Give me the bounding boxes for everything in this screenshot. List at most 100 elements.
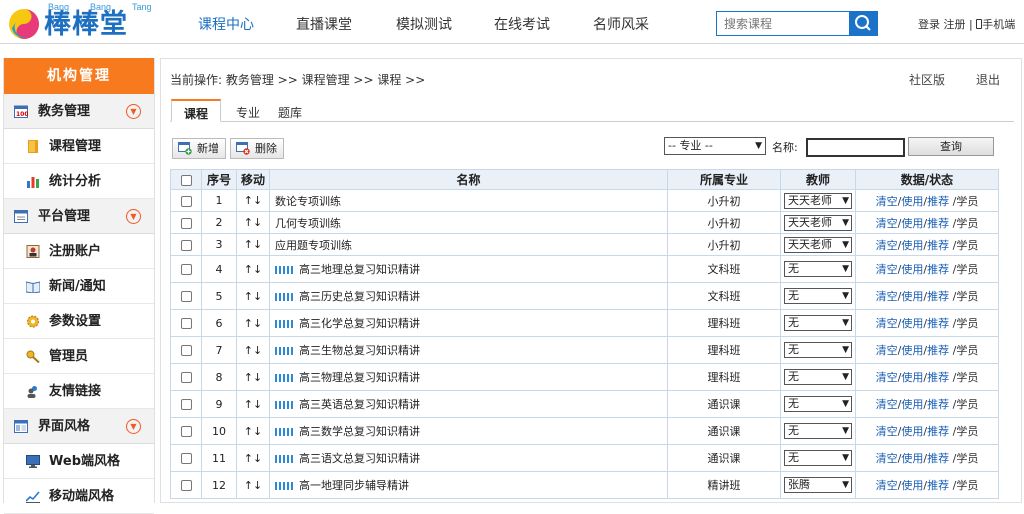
recommend-link[interactable]: 推荐 xyxy=(927,195,949,208)
recommend-link[interactable]: 推荐 xyxy=(927,263,949,276)
chevron-down-icon[interactable]: ▼ xyxy=(126,104,141,119)
students-link[interactable]: 学员 xyxy=(956,239,978,252)
recommend-link[interactable]: 推荐 xyxy=(927,371,949,384)
course-name-cell[interactable]: 高三化学总复习知识精讲 xyxy=(269,309,668,337)
students-link[interactable]: 学员 xyxy=(956,425,978,438)
add-button[interactable]: 新增 xyxy=(172,138,226,159)
row-checkbox[interactable] xyxy=(180,453,192,464)
sidebar-item-links[interactable]: 友情链接 xyxy=(4,374,154,409)
row-checkbox[interactable] xyxy=(180,195,192,207)
sidebar-item-course-management[interactable]: 课程管理 xyxy=(4,129,154,164)
nav-teachers[interactable]: 名师风采 xyxy=(593,14,649,34)
use-link[interactable]: 使用 xyxy=(901,217,923,230)
course-name-cell[interactable]: 应用题专项训练 xyxy=(269,233,668,256)
sidebar-item-statistics[interactable]: 统计分析 xyxy=(4,164,154,199)
teacher-select[interactable]: 无 ▼ xyxy=(784,396,852,412)
course-name-cell[interactable]: 高三语文总复习知识精讲 xyxy=(269,444,668,472)
move-arrows-icon[interactable]: ↑↓ xyxy=(236,282,270,310)
teacher-select[interactable]: 天天老师 ▼ xyxy=(784,214,852,231)
use-link[interactable]: 使用 xyxy=(901,479,923,492)
teacher-select[interactable]: 天天老师 ▼ xyxy=(784,192,852,209)
students-link[interactable]: 学员 xyxy=(956,317,978,330)
nav-online-exam[interactable]: 在线考试 xyxy=(494,14,550,34)
name-filter-input[interactable] xyxy=(806,138,905,157)
teacher-select[interactable]: 无 ▼ xyxy=(784,261,852,277)
move-arrows-icon[interactable]: ↑↓ xyxy=(236,390,270,418)
recommend-link[interactable]: 推荐 xyxy=(927,479,949,492)
community-edition-link[interactable]: 社区版 xyxy=(909,71,945,88)
teacher-select[interactable]: 天天老师 ▼ xyxy=(784,236,852,253)
sidebar-group-academic[interactable]: 100 教务管理 ▼ xyxy=(4,94,154,129)
nav-course-center[interactable]: 课程中心 xyxy=(198,14,254,34)
row-checkbox[interactable] xyxy=(180,399,192,410)
clear-link[interactable]: 清空 xyxy=(876,263,898,276)
sidebar-item-register-accounts[interactable]: 注册账户 xyxy=(4,234,154,269)
clear-link[interactable]: 清空 xyxy=(876,371,898,384)
row-checkbox[interactable] xyxy=(180,345,192,356)
teacher-select[interactable]: 无 ▼ xyxy=(784,450,852,466)
row-checkbox[interactable] xyxy=(180,239,192,251)
move-arrows-icon[interactable]: ↑↓ xyxy=(236,336,270,364)
course-name-cell[interactable]: 高一地理同步辅导精讲 xyxy=(269,471,668,499)
clear-link[interactable]: 清空 xyxy=(876,425,898,438)
course-name-cell[interactable]: 高三地理总复习知识精讲 xyxy=(269,255,668,283)
students-link[interactable]: 学员 xyxy=(956,263,978,276)
move-arrows-icon[interactable]: ↑↓ xyxy=(236,444,270,472)
course-name-cell[interactable]: 高三生物总复习知识精讲 xyxy=(269,336,668,364)
students-link[interactable]: 学员 xyxy=(956,398,978,411)
sidebar-group-theme[interactable]: 界面风格 ▼ xyxy=(4,409,154,444)
logout-link[interactable]: 退出 xyxy=(976,71,1000,88)
course-name-cell[interactable]: 数论专项训练 xyxy=(269,189,668,212)
teacher-select[interactable]: 张腾 ▼ xyxy=(784,477,852,493)
clear-link[interactable]: 清空 xyxy=(876,398,898,411)
move-arrows-icon[interactable]: ↑↓ xyxy=(236,211,270,234)
tab-question-bank[interactable]: 题库 xyxy=(278,104,302,121)
major-filter-select[interactable]: -- 专业 -- ▼ xyxy=(664,137,766,155)
teacher-select[interactable]: 无 ▼ xyxy=(784,423,852,439)
course-name-cell[interactable]: 高三英语总复习知识精讲 xyxy=(269,390,668,418)
teacher-select[interactable]: 无 ▼ xyxy=(784,369,852,385)
use-link[interactable]: 使用 xyxy=(901,195,923,208)
search-button[interactable] xyxy=(849,12,877,35)
teacher-select[interactable]: 无 ▼ xyxy=(784,342,852,358)
row-checkbox[interactable] xyxy=(180,426,192,437)
clear-link[interactable]: 清空 xyxy=(876,195,898,208)
recommend-link[interactable]: 推荐 xyxy=(927,217,949,230)
students-link[interactable]: 学员 xyxy=(956,195,978,208)
chevron-down-icon[interactable]: ▼ xyxy=(126,209,141,224)
move-arrows-icon[interactable]: ↑↓ xyxy=(236,233,270,256)
chevron-down-icon[interactable]: ▼ xyxy=(126,419,141,434)
move-arrows-icon[interactable]: ↑↓ xyxy=(236,471,270,499)
use-link[interactable]: 使用 xyxy=(901,371,923,384)
tab-major[interactable]: 专业 xyxy=(236,104,260,121)
use-link[interactable]: 使用 xyxy=(901,344,923,357)
clear-link[interactable]: 清空 xyxy=(876,479,898,492)
register-link[interactable]: 注册 xyxy=(944,18,966,31)
recommend-link[interactable]: 推荐 xyxy=(927,344,949,357)
select-all-header[interactable] xyxy=(170,169,202,190)
sidebar-group-platform[interactable]: 平台管理 ▼ xyxy=(4,199,154,234)
course-name-cell[interactable]: 高三数学总复习知识精讲 xyxy=(269,417,668,445)
query-button[interactable]: 查询 xyxy=(908,137,994,156)
recommend-link[interactable]: 推荐 xyxy=(927,425,949,438)
move-arrows-icon[interactable]: ↑↓ xyxy=(236,189,270,212)
move-arrows-icon[interactable]: ↑↓ xyxy=(236,255,270,283)
row-checkbox[interactable] xyxy=(180,372,192,383)
use-link[interactable]: 使用 xyxy=(901,263,923,276)
site-logo[interactable]: Bang Bang Tang 棒棒堂 xyxy=(8,2,158,42)
recommend-link[interactable]: 推荐 xyxy=(927,239,949,252)
students-link[interactable]: 学员 xyxy=(956,217,978,230)
students-link[interactable]: 学员 xyxy=(956,452,978,465)
clear-link[interactable]: 清空 xyxy=(876,452,898,465)
clear-link[interactable]: 清空 xyxy=(876,239,898,252)
row-checkbox[interactable] xyxy=(180,318,192,329)
sidebar-item-news[interactable]: 新闻/通知 xyxy=(4,269,154,304)
row-checkbox[interactable] xyxy=(180,217,192,229)
clear-link[interactable]: 清空 xyxy=(876,290,898,303)
clear-link[interactable]: 清空 xyxy=(876,344,898,357)
sidebar-item-web-theme[interactable]: Web端风格 xyxy=(4,444,154,479)
students-link[interactable]: 学员 xyxy=(956,290,978,303)
students-link[interactable]: 学员 xyxy=(956,344,978,357)
mobile-link[interactable]: 手机端 xyxy=(982,18,1015,31)
use-link[interactable]: 使用 xyxy=(901,290,923,303)
